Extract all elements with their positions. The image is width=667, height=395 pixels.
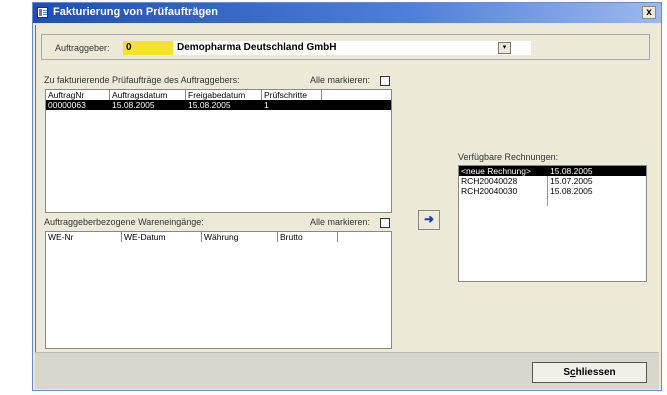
receipts-mark-all-label: Alle markieren: — [310, 217, 371, 227]
title-bar[interactable]: Fakturierung von Prüfaufträgen x — [33, 3, 661, 23]
orders-cell-auftragsdatum: 15.08.2005 — [112, 100, 155, 110]
invoice-name: RCH20040028 — [461, 176, 518, 186]
orders-mark-all-checkbox[interactable] — [380, 76, 390, 86]
receipts-list[interactable]: WE-Nr WE-Datum Währung Brutto — [45, 231, 392, 349]
receipts-column-header[interactable]: WE-Nr — [46, 232, 122, 242]
receipts-caption: Auftraggeberbezogene Wareneingänge: — [44, 217, 204, 227]
receipts-column-header[interactable]: Währung — [202, 232, 278, 242]
footer-bar: Schliessen — [35, 352, 659, 389]
window-title: Fakturierung von Prüfaufträgen — [53, 6, 219, 18]
invoice-row[interactable]: RCH20040030 15.08.2005 — [459, 186, 646, 196]
client-name-combobox[interactable]: Demopharma Deutschland GmbH — [173, 41, 531, 55]
billing-window: Fakturierung von Prüfaufträgen x Auftrag… — [32, 2, 662, 391]
orders-cell-freigabedatum: 15.08.2005 — [188, 100, 231, 110]
client-code-field[interactable]: 0 — [123, 41, 173, 55]
orders-header: AuftragNr Auftragsdatum Freigabedatum Prüfs… — [46, 90, 322, 100]
form-body: Auftraggeber: 0 Demopharma Deutschland G… — [35, 25, 659, 352]
orders-row[interactable]: 00000063 15.08.2005 15.08.2005 1 — [46, 100, 391, 110]
close-form-button[interactable]: Schliessen — [532, 362, 647, 383]
client-label: Auftraggeber: — [55, 43, 110, 53]
invoice-name: RCH20040030 — [461, 186, 518, 196]
orders-caption: Zu fakturierende Prüfaufträge des Auftra… — [44, 75, 240, 85]
close-icon: x — [646, 7, 652, 18]
receipts-mark-all-checkbox[interactable] — [380, 218, 390, 228]
orders-column-header[interactable]: Prüfschritte — [262, 90, 322, 100]
orders-column-header[interactable]: Freigabedatum — [186, 90, 262, 100]
receipts-column-header[interactable]: Brutto — [278, 232, 338, 242]
invoice-date: 15.07.2005 — [550, 176, 593, 186]
invoice-row[interactable]: RCH20040028 15.07.2005 — [459, 176, 646, 186]
close-window-button[interactable]: x — [642, 6, 656, 19]
invoices-list[interactable]: <neue Rechnung> 15.08.2005 RCH20040028 15.0… — [458, 165, 647, 282]
arrow-right-icon: ➜ — [423, 212, 435, 226]
orders-column-header[interactable]: Auftragsdatum — [110, 90, 186, 100]
orders-list[interactable]: AuftragNr Auftragsdatum Freigabedatum Prüfs… — [45, 89, 392, 213]
invoice-row[interactable]: <neue Rechnung> 15.08.2005 — [459, 166, 646, 176]
invoice-date: 15.08.2005 — [550, 166, 593, 176]
client-name-value: Demopharma Deutschland GmbH — [177, 42, 337, 53]
invoices-caption: Verfügbare Rechnungen: — [458, 152, 559, 162]
close-form-label-suffix: hliessen — [575, 367, 616, 378]
orders-column-header[interactable]: AuftragNr — [46, 90, 110, 100]
left-border — [35, 25, 36, 352]
client-dropdown-button[interactable]: ▾ — [498, 42, 511, 54]
orders-mark-all-label: Alle markieren: — [310, 75, 371, 85]
orders-cell-pruefschritte: 1 — [264, 100, 269, 110]
invoice-date: 15.08.2005 — [550, 186, 593, 196]
invoice-name: <neue Rechnung> — [461, 166, 531, 176]
receipts-column-header[interactable]: WE-Datum — [122, 232, 202, 242]
chevron-down-icon: ▾ — [502, 44, 507, 51]
receipts-header: WE-Nr WE-Datum Währung Brutto — [46, 232, 338, 242]
assign-invoice-button[interactable]: ➜ — [418, 210, 440, 230]
orders-cell-nr: 00000063 — [48, 100, 86, 110]
form-icon — [37, 7, 48, 18]
